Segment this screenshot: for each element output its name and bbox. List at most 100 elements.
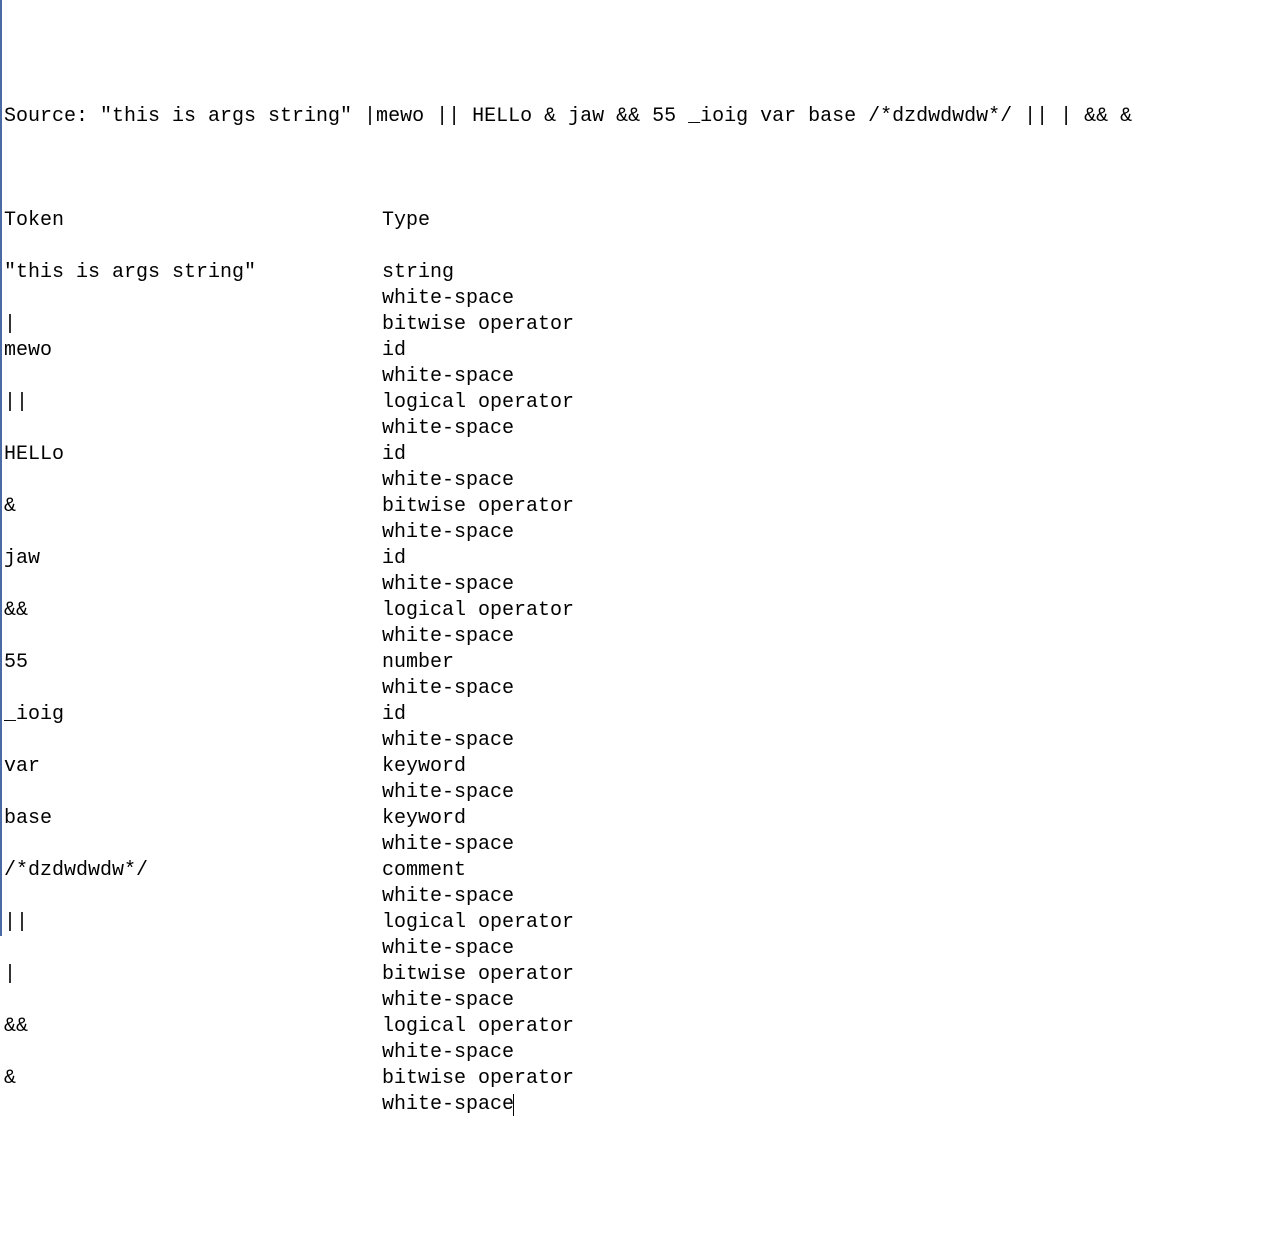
text-cursor bbox=[513, 1094, 514, 1116]
token-cell: || bbox=[2, 390, 382, 416]
table-row: &&logical operator bbox=[2, 1014, 1286, 1040]
token-cell: "this is args string" bbox=[2, 260, 382, 286]
table-row: HELLoid bbox=[2, 442, 1286, 468]
type-cell: white-space bbox=[382, 884, 1286, 910]
token-cell bbox=[2, 988, 382, 1014]
type-cell: id bbox=[382, 338, 1286, 364]
token-cell: & bbox=[2, 494, 382, 520]
token-cell: mewo bbox=[2, 338, 382, 364]
table-row: white-space bbox=[2, 988, 1286, 1014]
type-cell: white-space bbox=[382, 676, 1286, 702]
type-cell: white-space bbox=[382, 520, 1286, 546]
token-cell bbox=[2, 884, 382, 910]
token-cell: | bbox=[2, 962, 382, 988]
token-cell bbox=[2, 364, 382, 390]
source-line: Source: "this is args string" |mewo || H… bbox=[2, 104, 1286, 130]
table-row: ||logical operator bbox=[2, 390, 1286, 416]
type-cell: string bbox=[382, 260, 1286, 286]
table-row: |bitwise operator bbox=[2, 312, 1286, 338]
type-cell: white-space bbox=[382, 780, 1286, 806]
token-cell bbox=[2, 832, 382, 858]
type-cell: white-space bbox=[382, 572, 1286, 598]
type-cell: white-space bbox=[382, 286, 1286, 312]
table-row: jawid bbox=[2, 546, 1286, 572]
table-row: white-space bbox=[2, 416, 1286, 442]
token-cell bbox=[2, 624, 382, 650]
token-cell: _ioig bbox=[2, 702, 382, 728]
token-cell: var bbox=[2, 754, 382, 780]
token-cell bbox=[2, 780, 382, 806]
table-row: /*dzdwdwdw*/comment bbox=[2, 858, 1286, 884]
table-row: white-space bbox=[2, 936, 1286, 962]
blank-line bbox=[2, 156, 1286, 182]
type-cell: keyword bbox=[382, 806, 1286, 832]
table-row: &bitwise operator bbox=[2, 494, 1286, 520]
type-cell: white-space bbox=[382, 468, 1286, 494]
token-cell: jaw bbox=[2, 546, 382, 572]
token-cell bbox=[2, 676, 382, 702]
type-cell: bitwise operator bbox=[382, 962, 1286, 988]
table-row: white-space bbox=[2, 364, 1286, 390]
header-token: Token bbox=[2, 208, 382, 234]
type-cell: id bbox=[382, 702, 1286, 728]
type-cell: bitwise operator bbox=[382, 494, 1286, 520]
type-cell: logical operator bbox=[382, 910, 1286, 936]
token-cell: /*dzdwdwdw*/ bbox=[2, 858, 382, 884]
table-row: white-space bbox=[2, 1040, 1286, 1066]
token-cell: | bbox=[2, 312, 382, 338]
type-cell: white-space bbox=[382, 728, 1286, 754]
table-row: white-space bbox=[2, 1092, 1286, 1118]
type-cell: white-space bbox=[382, 988, 1286, 1014]
token-cell: base bbox=[2, 806, 382, 832]
source-prefix: Source: bbox=[4, 105, 100, 128]
header-type: Type bbox=[382, 208, 1286, 234]
source-text: "this is args string" |mewo || HELLo & j… bbox=[100, 105, 1132, 128]
table-row: &&logical operator bbox=[2, 598, 1286, 624]
type-cell: white-space bbox=[382, 364, 1286, 390]
type-cell: id bbox=[382, 442, 1286, 468]
token-cell bbox=[2, 936, 382, 962]
token-cell: & bbox=[2, 1066, 382, 1092]
table-row: _ioigid bbox=[2, 702, 1286, 728]
table-row: white-space bbox=[2, 728, 1286, 754]
table-row: varkeyword bbox=[2, 754, 1286, 780]
type-cell: white-space bbox=[382, 936, 1286, 962]
type-cell: comment bbox=[382, 858, 1286, 884]
token-cell bbox=[2, 416, 382, 442]
token-cell: || bbox=[2, 910, 382, 936]
token-cell: 55 bbox=[2, 650, 382, 676]
token-cell: HELLo bbox=[2, 442, 382, 468]
token-cell bbox=[2, 520, 382, 546]
type-cell: logical operator bbox=[382, 1014, 1286, 1040]
type-cell: white-space bbox=[382, 1092, 1286, 1118]
table-row: white-space bbox=[2, 832, 1286, 858]
table-row: white-space bbox=[2, 884, 1286, 910]
type-cell: logical operator bbox=[382, 598, 1286, 624]
table-row: 55number bbox=[2, 650, 1286, 676]
token-cell: && bbox=[2, 598, 382, 624]
type-cell: id bbox=[382, 546, 1286, 572]
table-row: white-space bbox=[2, 676, 1286, 702]
table-row: white-space bbox=[2, 520, 1286, 546]
table-row: basekeyword bbox=[2, 806, 1286, 832]
token-cell bbox=[2, 286, 382, 312]
table-row: white-space bbox=[2, 468, 1286, 494]
token-cell: && bbox=[2, 1014, 382, 1040]
type-cell: keyword bbox=[382, 754, 1286, 780]
token-cell bbox=[2, 728, 382, 754]
type-cell: bitwise operator bbox=[382, 312, 1286, 338]
type-cell: white-space bbox=[382, 1040, 1286, 1066]
type-cell: logical operator bbox=[382, 390, 1286, 416]
table-row: white-space bbox=[2, 780, 1286, 806]
token-cell bbox=[2, 1040, 382, 1066]
table-row: "this is args string"string bbox=[2, 260, 1286, 286]
token-cell bbox=[2, 572, 382, 598]
token-cell bbox=[2, 468, 382, 494]
table-row: white-space bbox=[2, 286, 1286, 312]
type-cell: white-space bbox=[382, 416, 1286, 442]
table-row: white-space bbox=[2, 624, 1286, 650]
token-table-body: "this is args string"stringwhite-space|b… bbox=[2, 260, 1286, 1118]
table-row: |bitwise operator bbox=[2, 962, 1286, 988]
type-cell: white-space bbox=[382, 624, 1286, 650]
type-cell: bitwise operator bbox=[382, 1066, 1286, 1092]
